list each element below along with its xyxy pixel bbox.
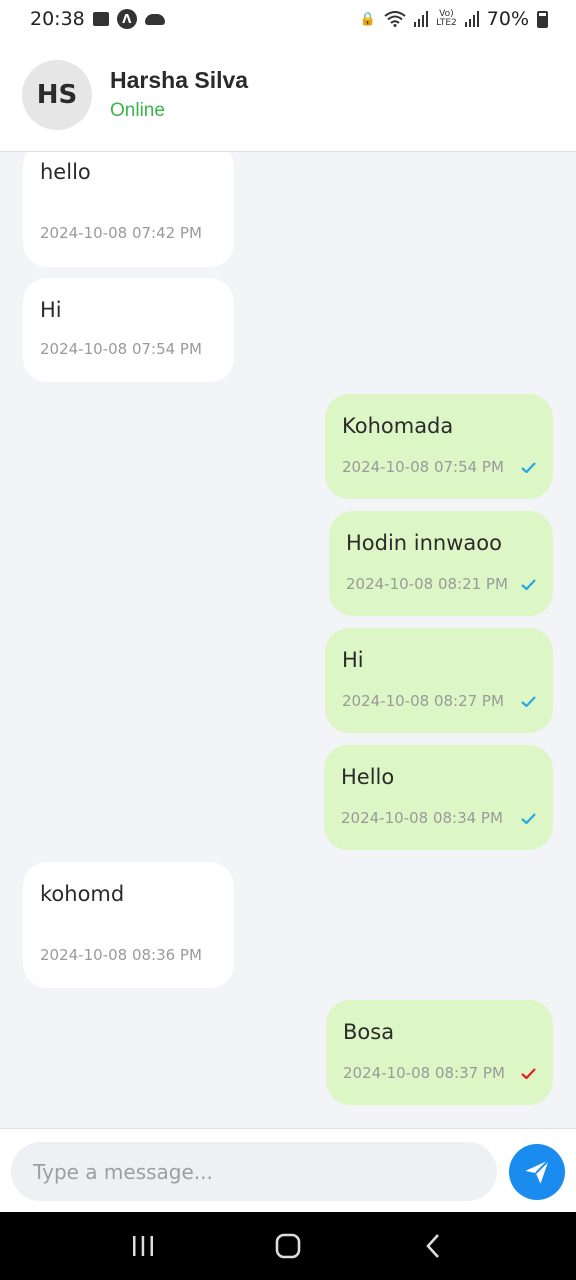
unread-check-icon	[521, 1068, 536, 1079]
back-button[interactable]	[413, 1226, 453, 1266]
wifi-icon	[384, 11, 406, 27]
gallery-icon	[92, 12, 109, 26]
system-nav-bar	[0, 1212, 576, 1280]
read-check-icon	[521, 462, 536, 473]
cloud-icon	[144, 13, 165, 25]
message-time: 2024-10-08 08:36 PM	[40, 946, 202, 964]
message-bubble-outgoing[interactable]: Kohomada 2024-10-08 07:54 PM	[325, 394, 553, 499]
volte-icon: Vo) LTE2	[436, 9, 457, 28]
contact-status: Online	[110, 100, 165, 121]
message-time: 2024-10-08 08:34 PM	[341, 809, 503, 827]
message-bubble-incoming[interactable]: kohomd 2024-10-08 08:36 PM	[23, 862, 234, 988]
message-text: Hi	[40, 298, 62, 322]
message-bubble-outgoing[interactable]: Bosa 2024-10-08 08:37 PM	[326, 1000, 553, 1105]
message-text: hello	[40, 160, 91, 184]
message-time: 2024-10-08 07:42 PM	[40, 224, 202, 242]
home-icon	[275, 1233, 301, 1259]
message-time: 2024-10-08 08:37 PM	[343, 1064, 505, 1082]
message-time: 2024-10-08 08:27 PM	[342, 692, 504, 710]
message-bubble-incoming[interactable]: Hi 2024-10-08 07:54 PM	[23, 278, 234, 382]
status-bar: 20:38 Λ 🔒 Vo) LTE2 70%	[0, 0, 576, 38]
send-icon	[525, 1159, 550, 1184]
battery-icon	[537, 10, 548, 28]
lock-icon: 🔒	[359, 11, 377, 27]
status-time: 20:38	[30, 8, 85, 30]
message-text: Bosa	[343, 1020, 395, 1044]
message-time: 2024-10-08 07:54 PM	[40, 340, 202, 358]
contact-name[interactable]: Harsha Silva	[110, 67, 248, 94]
avatar[interactable]: HS	[22, 59, 92, 130]
recent-apps-button[interactable]	[123, 1226, 163, 1266]
message-text: Kohomada	[342, 414, 454, 438]
message-bubble-incoming[interactable]: hello 2024-10-08 07:42 PM	[23, 152, 234, 267]
message-bubble-outgoing[interactable]: Hodin innwaoo 2024-10-08 08:21 PM	[329, 511, 553, 616]
message-input[interactable]	[11, 1142, 497, 1201]
signal-2-icon	[464, 11, 479, 27]
message-list[interactable]: hello 2024-10-08 07:42 PM Hi 2024-10-08 …	[0, 152, 576, 1128]
signal-icon	[414, 11, 429, 27]
message-time: 2024-10-08 08:21 PM	[346, 575, 508, 593]
send-button[interactable]	[509, 1144, 565, 1200]
app-notification-icon: Λ	[116, 9, 137, 29]
message-bubble-outgoing[interactable]: Hello 2024-10-08 08:34 PM	[324, 745, 553, 850]
message-text: kohomd	[40, 882, 125, 906]
battery-percent: 70%	[486, 8, 529, 30]
recent-apps-icon	[132, 1236, 153, 1256]
read-check-icon	[521, 813, 536, 824]
read-check-icon	[521, 696, 536, 707]
message-text: Hi	[342, 648, 364, 672]
chat-header: HS Harsha Silva Online	[0, 38, 576, 152]
back-icon	[426, 1234, 440, 1258]
composer-bar	[0, 1128, 576, 1212]
message-bubble-outgoing[interactable]: Hi 2024-10-08 08:27 PM	[325, 628, 553, 733]
message-time: 2024-10-08 07:54 PM	[342, 458, 504, 476]
read-check-icon	[521, 579, 536, 590]
message-text: Hello	[341, 765, 395, 789]
home-button[interactable]	[268, 1226, 308, 1266]
message-text: Hodin innwaoo	[346, 531, 502, 555]
